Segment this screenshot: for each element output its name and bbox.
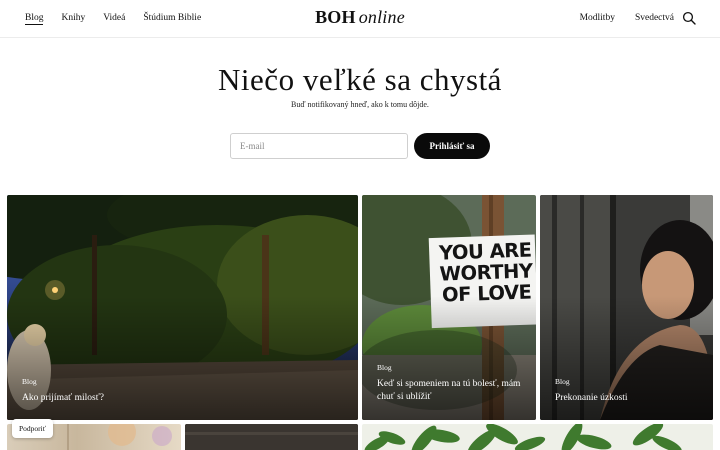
hero-title: Niečo veľké sa chystá	[218, 62, 502, 97]
post-category: Blog	[377, 363, 392, 372]
post-image-partial	[185, 424, 358, 450]
search-icon[interactable]	[682, 11, 696, 25]
post-card-partial[interactable]	[185, 424, 358, 450]
post-card-milost[interactable]: Blog Ako prijímať milosť?	[7, 195, 358, 420]
post-category: Blog	[555, 377, 570, 386]
support-button[interactable]: Podporiť	[12, 419, 53, 438]
logo-sub: online	[358, 7, 405, 27]
hero-subtitle: Buď notifikovaný hneď, ako k tomu dôjde.	[291, 100, 429, 109]
site-header: Blog Knihy Videá Štúdium Biblie BOH onlin…	[0, 0, 720, 38]
post-title: Keď si spomeniem na tú bolesť, mám chuť …	[377, 379, 521, 402]
nav-svedectva[interactable]: Svedectvá	[635, 13, 674, 23]
post-title: Ako prijímať milosť?	[22, 393, 104, 403]
post-card-bolest[interactable]: YOU ARE WORTHY OF LOVE Blog Keď si spome…	[362, 195, 536, 420]
nav-modlitby[interactable]: Modlitby	[580, 13, 615, 23]
post-card-partial[interactable]	[362, 424, 713, 450]
secondary-nav: Modlitby Svedectvá	[580, 13, 674, 23]
post-category: Blog	[22, 377, 37, 386]
post-image-leaves	[364, 424, 682, 450]
logo-main: BOH	[315, 7, 356, 27]
post-title: Prekonanie úzkosti	[555, 393, 628, 403]
email-field[interactable]	[230, 133, 408, 159]
post-card-uzkost[interactable]: Blog Prekonanie úzkosti	[540, 195, 713, 420]
subscribe-button[interactable]: Prihlásiť sa	[414, 133, 490, 159]
